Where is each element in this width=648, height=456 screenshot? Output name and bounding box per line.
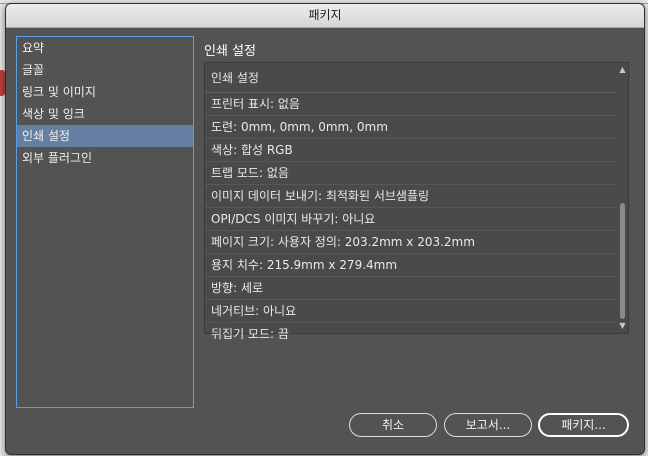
report-button[interactable]: 보고서... [444,413,532,437]
info-row-printer-marks: 프린터 표시: 없음 [205,93,617,116]
sidebar-item-print-settings[interactable]: 인쇄 설정 [17,125,193,147]
sidebar-item-fonts[interactable]: 글꼴 [17,59,193,81]
info-row-image-data: 이미지 데이터 보내기: 최적화된 서브샘플링 [205,185,617,208]
chevron-down-icon[interactable]: ▼ [617,321,628,331]
info-row-opi-dcs: OPI/DCS 이미지 바꾸기: 아니요 [205,208,617,231]
package-button[interactable]: 패키지... [538,413,629,437]
chevron-up-icon[interactable]: ▲ [617,65,628,75]
sidebar-item-colors-inks[interactable]: 색상 및 잉크 [17,103,193,125]
scroll-thumb[interactable] [620,203,625,319]
print-settings-info[interactable]: 인쇄 설정 프린터 표시: 없음 도련: 0mm, 0mm, 0mm, 0mm … [204,62,629,346]
sidebar-item-summary[interactable]: 요약 [17,37,193,59]
info-scrollbar[interactable]: ▲ ▼ [617,63,628,333]
info-row-color: 색상: 합성 RGB [205,139,617,162]
info-row-flip-mode: 뒤집기 모드: 끔 [205,323,617,346]
info-row-trap-mode: 트랩 모드: 없음 [205,162,617,185]
section-title: 인쇄 설정 [204,44,256,59]
dialog-title: 패키지 [6,4,644,28]
sidebar-item-links-images[interactable]: 링크 및 이미지 [17,81,193,103]
sidebar-item-external-plugins[interactable]: 외부 플러그인 [17,147,193,169]
info-row-orientation: 방향: 세로 [205,277,617,300]
info-row-paper-size: 용지 치수: 215.9mm x 279.4mm [205,254,617,277]
info-row-negative: 네거티브: 아니요 [205,300,617,323]
package-dialog: 패키지 요약 글꼴 링크 및 이미지 색상 및 잉크 인쇄 설정 외부 플러그인… [5,3,645,455]
info-row-bleed: 도련: 0mm, 0mm, 0mm, 0mm [205,116,617,139]
cancel-button[interactable]: 취소 [349,413,437,437]
info-row-page-size: 페이지 크기: 사용자 정의: 203.2mm x 203.2mm [205,231,617,254]
sidebar-list[interactable]: 요약 글꼴 링크 및 이미지 색상 및 잉크 인쇄 설정 외부 플러그인 [16,36,194,408]
info-header: 인쇄 설정 [205,63,617,93]
info-rows: 프린터 표시: 없음 도련: 0mm, 0mm, 0mm, 0mm 색상: 합성… [205,93,617,346]
